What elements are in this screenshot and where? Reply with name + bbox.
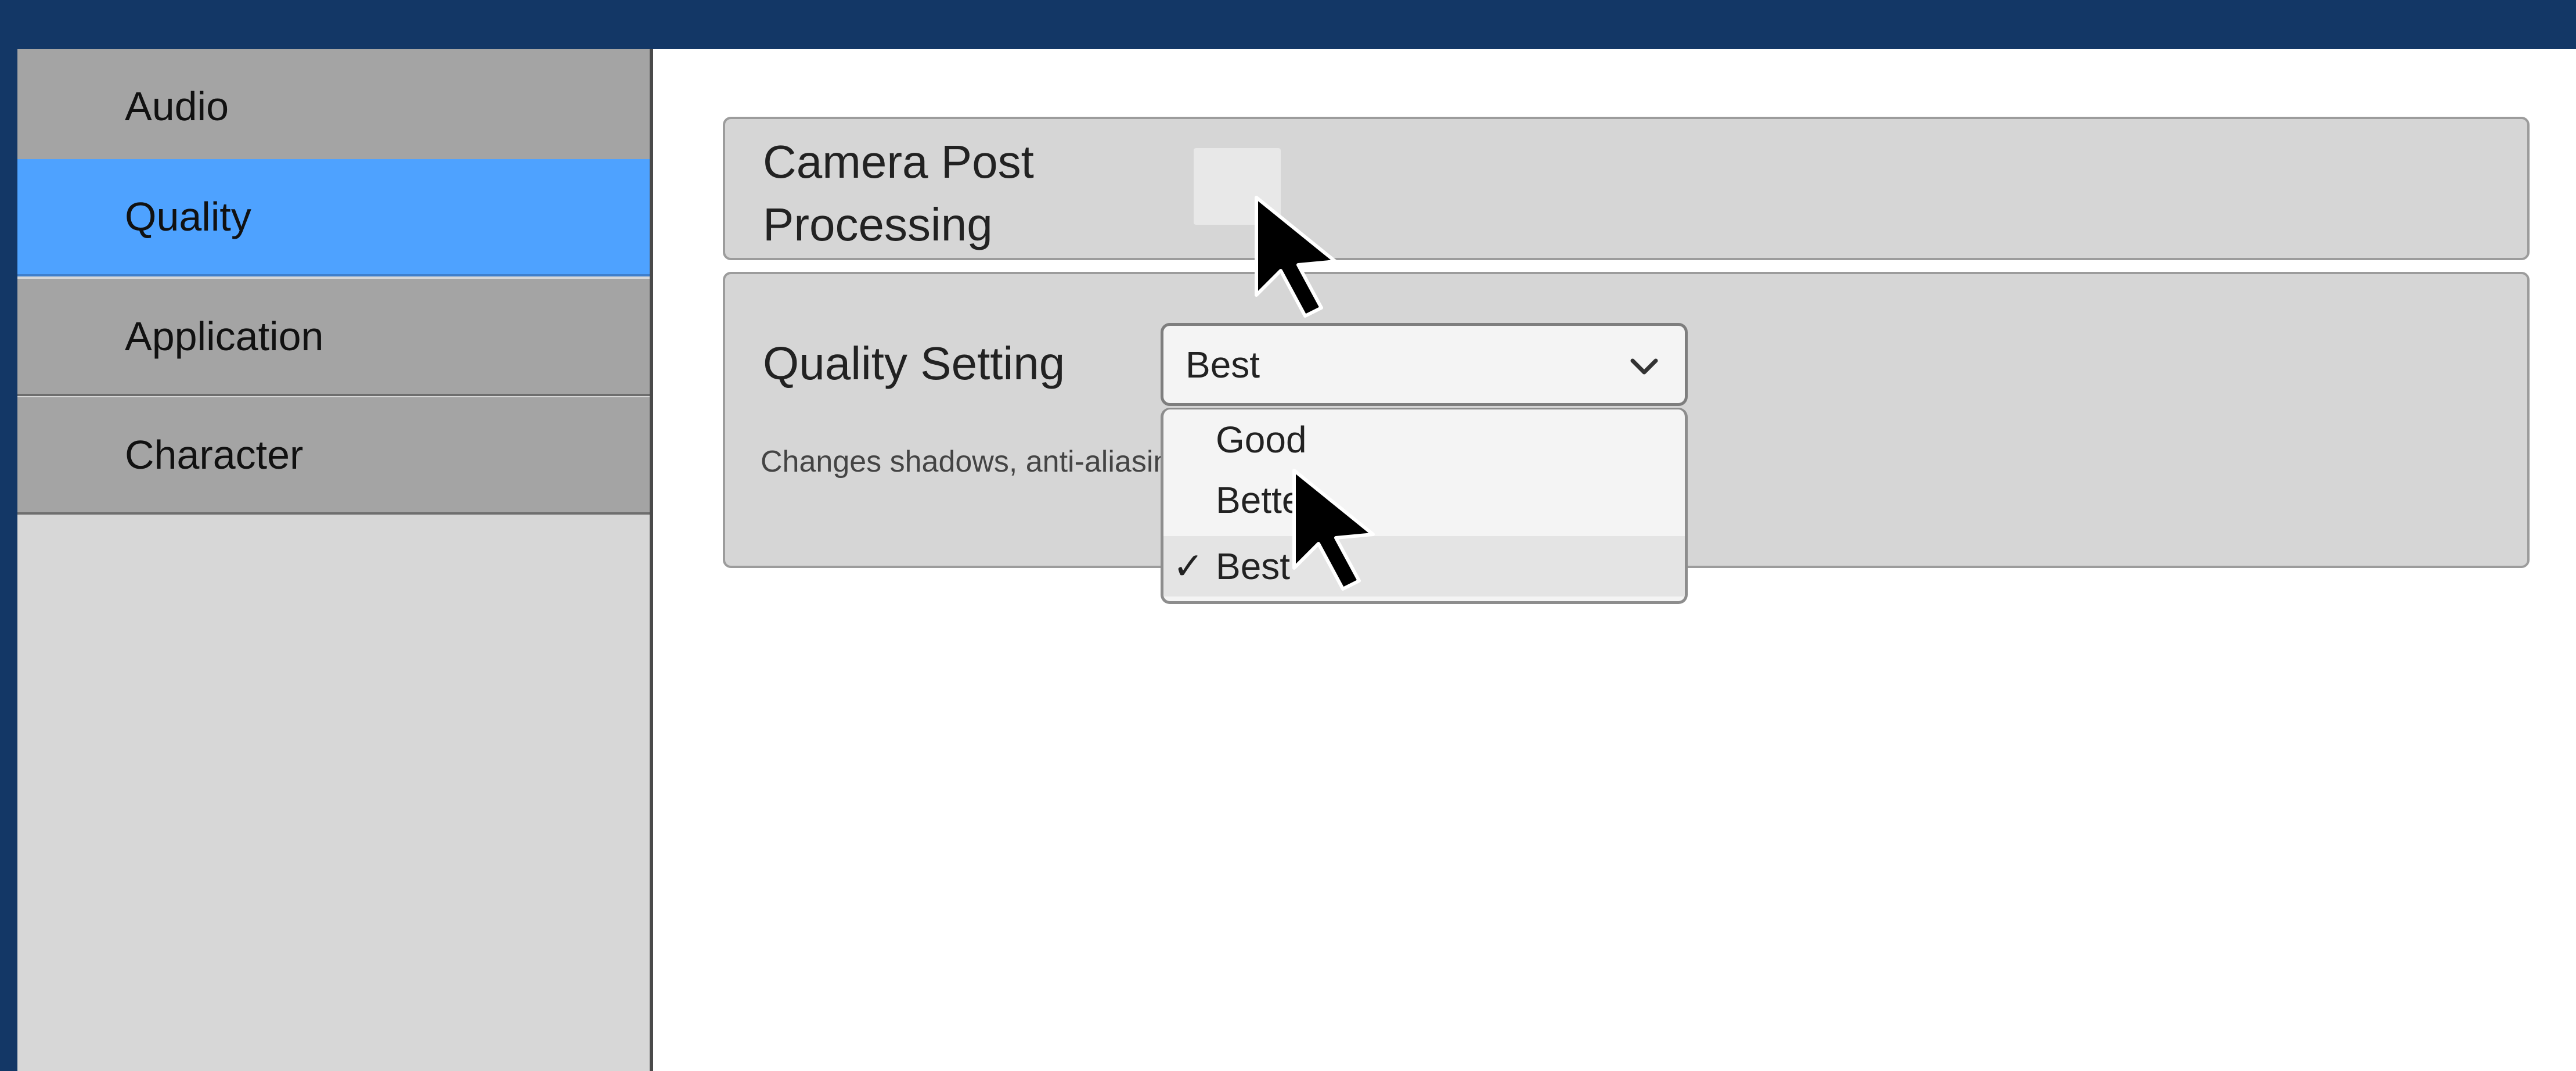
checkmark-icon: ✓ — [1173, 545, 1204, 587]
option-label: Good — [1216, 419, 1307, 461]
sidebar-item-application[interactable]: Application — [17, 279, 650, 396]
quality-setting-label: Quality Setting — [763, 337, 1065, 389]
camera-post-processing-checkbox[interactable] — [1194, 148, 1281, 225]
option-better[interactable]: Better — [1163, 470, 1685, 530]
option-best[interactable]: ✓ Best — [1163, 536, 1685, 596]
quality-setting-description: Changes shadows, anti-aliasin — [761, 445, 1170, 479]
top-bar — [0, 0, 2576, 49]
label-line-2: Processing — [763, 199, 993, 250]
sidebar-item-quality[interactable]: Quality — [17, 159, 650, 276]
sidebar-item-character[interactable]: Character — [17, 397, 650, 515]
chevron-down-icon — [1630, 358, 1658, 375]
option-good[interactable]: Good — [1163, 409, 1685, 470]
quality-options-dropdown: Good Better ✓ Best — [1161, 408, 1688, 604]
camera-post-processing-label: Camera Post Processing — [763, 131, 1034, 256]
selected-value: Best — [1186, 343, 1260, 386]
label-line-1: Camera Post — [763, 136, 1034, 188]
sidebar-item-label: Quality — [125, 194, 251, 239]
sidebar-item-label: Audio — [125, 84, 229, 129]
camera-post-processing-panel: Camera Post Processing — [723, 117, 2530, 260]
sidebar-item-label: Application — [125, 314, 324, 359]
option-label: Best — [1216, 545, 1291, 587]
settings-sidebar: Audio Quality Application Character — [17, 49, 653, 1071]
quality-setting-select[interactable]: Best — [1161, 323, 1688, 406]
sidebar-item-label: Character — [125, 432, 304, 477]
option-label: Better — [1216, 479, 1315, 521]
sidebar-item-audio[interactable]: Audio — [17, 49, 650, 166]
